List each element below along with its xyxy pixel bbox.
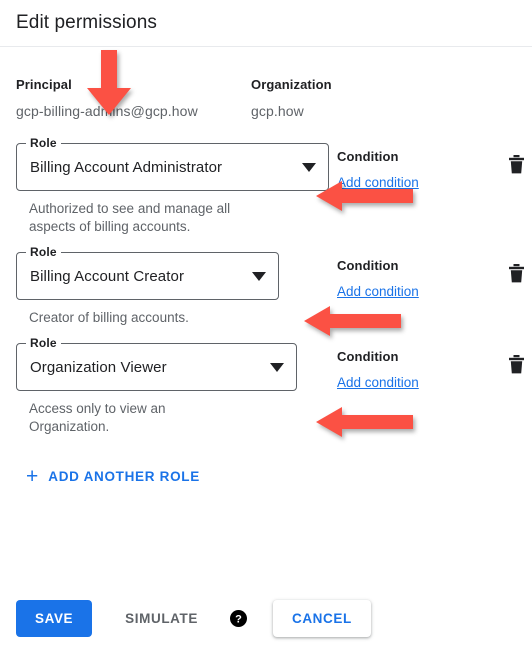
add-condition-link[interactable]: Add condition bbox=[337, 284, 419, 299]
role-select[interactable]: Role Billing Account Creator bbox=[16, 245, 279, 300]
organization-label: Organization bbox=[251, 77, 332, 92]
delete-role-button[interactable] bbox=[503, 151, 529, 177]
delete-role-button[interactable] bbox=[503, 351, 529, 377]
role-row: Role Billing Account Creator Creator of … bbox=[16, 245, 524, 327]
chevron-down-icon bbox=[234, 271, 266, 281]
role-row: Role Billing Account Administrator Autho… bbox=[16, 136, 524, 236]
principal-label: Principal bbox=[16, 77, 72, 92]
trash-icon bbox=[508, 154, 525, 174]
add-another-role-label: ADD ANOTHER ROLE bbox=[48, 469, 200, 484]
help-circle-icon[interactable]: ? bbox=[229, 610, 247, 627]
role-field-label: Role bbox=[26, 336, 61, 350]
condition-label: Condition bbox=[337, 149, 399, 164]
delete-role-button[interactable] bbox=[503, 260, 529, 286]
condition-group: Condition Add condition bbox=[337, 258, 457, 301]
role-selected-value: Billing Account Administrator bbox=[30, 158, 223, 176]
principal-organization-section: Principal gcp-billing-admins@gcp.how Org… bbox=[0, 47, 532, 119]
principal-column: Principal gcp-billing-admins@gcp.how bbox=[16, 77, 251, 119]
role-selected-value: Billing Account Creator bbox=[30, 267, 185, 285]
role-field-group: Role Billing Account Administrator Autho… bbox=[16, 136, 329, 236]
condition-group: Condition Add condition bbox=[337, 149, 457, 192]
role-field-label: Role bbox=[26, 245, 61, 259]
role-field-label: Role bbox=[26, 136, 61, 150]
dialog-actions: SAVE SIMULATE ? CANCEL bbox=[16, 600, 371, 637]
role-field-group: Role Organization Viewer Access only to … bbox=[16, 336, 297, 436]
role-selected-value: Organization Viewer bbox=[30, 358, 167, 376]
role-description: Authorized to see and manage all aspects… bbox=[29, 201, 231, 234]
role-row: Role Organization Viewer Access only to … bbox=[16, 336, 524, 436]
save-button[interactable]: SAVE bbox=[16, 600, 93, 637]
principal-value: gcp-billing-admins@gcp.how bbox=[16, 103, 198, 119]
condition-label: Condition bbox=[337, 349, 399, 364]
chevron-down-icon bbox=[284, 162, 316, 172]
add-another-role-button[interactable]: + ADD ANOTHER ROLE bbox=[26, 466, 200, 487]
cancel-button[interactable]: CANCEL bbox=[272, 600, 371, 637]
dialog-header: Edit permissions bbox=[0, 0, 532, 47]
trash-icon bbox=[508, 263, 525, 283]
roles-list: Role Billing Account Administrator Autho… bbox=[0, 136, 532, 436]
trash-icon bbox=[508, 354, 525, 374]
svg-text:?: ? bbox=[235, 614, 242, 626]
condition-group: Condition Add condition bbox=[337, 349, 457, 392]
role-description: Access only to view an Organization. bbox=[29, 401, 166, 434]
role-field-group: Role Billing Account Creator Creator of … bbox=[16, 245, 279, 327]
plus-icon: + bbox=[26, 465, 39, 488]
chevron-down-icon bbox=[252, 362, 284, 372]
add-condition-link[interactable]: Add condition bbox=[337, 375, 419, 390]
condition-label: Condition bbox=[337, 258, 399, 273]
organization-column: Organization gcp.how bbox=[251, 77, 431, 119]
page-title: Edit permissions bbox=[16, 12, 157, 33]
organization-value: gcp.how bbox=[251, 103, 304, 119]
role-description: Creator of billing accounts. bbox=[29, 310, 189, 325]
simulate-button[interactable]: SIMULATE bbox=[111, 600, 212, 637]
add-condition-link[interactable]: Add condition bbox=[337, 175, 419, 190]
role-select[interactable]: Role Billing Account Administrator bbox=[16, 136, 329, 191]
role-select[interactable]: Role Organization Viewer bbox=[16, 336, 297, 391]
